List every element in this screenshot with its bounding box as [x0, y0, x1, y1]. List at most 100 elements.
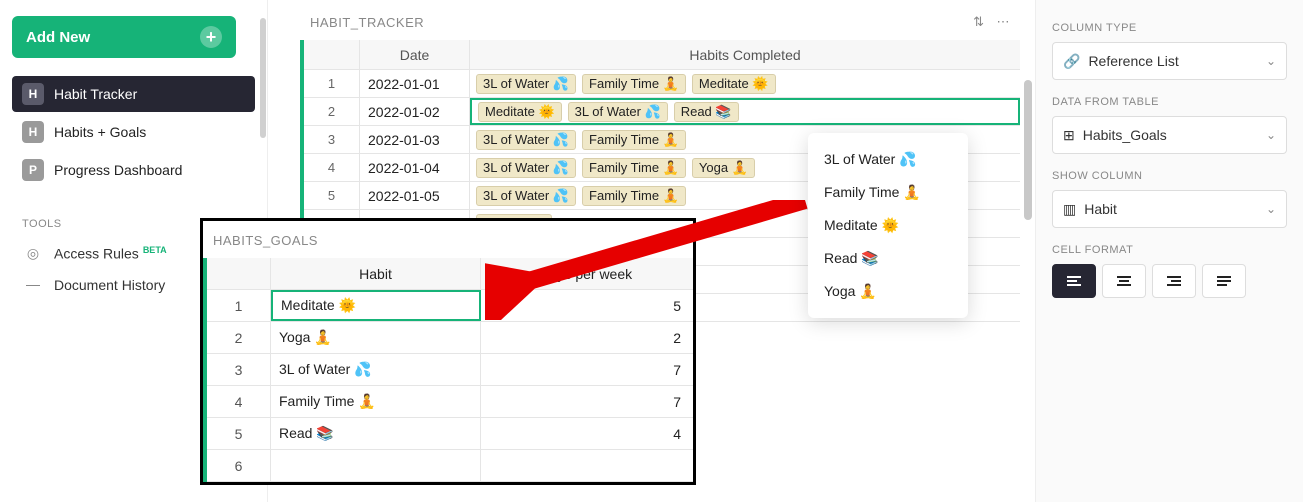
row-number: 4 — [207, 386, 271, 417]
row-num-header — [207, 258, 271, 289]
dropdown-item[interactable]: Yoga 🧘 — [808, 275, 968, 308]
column-type-select[interactable]: 🔗Reference List ⌄ — [1052, 42, 1287, 80]
habit-chip[interactable]: Family Time 🧘 — [582, 130, 686, 150]
chevron-down-icon: ⌄ — [1266, 128, 1276, 142]
dropdown-item[interactable]: Read 📚 — [808, 242, 968, 275]
row-number: 3 — [304, 126, 360, 153]
habit-chip[interactable]: Family Time 🧘 — [582, 74, 686, 94]
col-header-habit[interactable]: Habit — [271, 258, 481, 289]
habits-goals-grid: Habitdays per week1Meditate 🌞52Yoga 🧘233… — [203, 258, 693, 482]
col-header-habits[interactable]: Habits Completed — [470, 40, 1020, 69]
cell-habits[interactable]: 3L of Water 💦 Family Time 🧘 Meditate 🌞 — [470, 70, 1020, 97]
habit-chip[interactable]: Read 📚 — [674, 102, 739, 122]
col-header-date[interactable]: Date — [360, 40, 470, 69]
col-header-days[interactable]: days per week — [481, 258, 693, 289]
sidebar-item-habits-goals[interactable]: H Habits + Goals — [12, 114, 255, 150]
cell-date[interactable]: 2022-01-05 — [360, 182, 470, 209]
cell-date[interactable]: 2022-01-04 — [360, 154, 470, 181]
cell-date[interactable]: 2022-01-03 — [360, 126, 470, 153]
habit-chip[interactable]: 3L of Water 💦 — [568, 102, 668, 122]
row-number: 3 — [207, 354, 271, 385]
plus-icon: + — [200, 26, 222, 48]
cell-days[interactable]: 2 — [481, 322, 693, 353]
row-number: 4 — [304, 154, 360, 181]
tool-label: Access RulesBETA — [54, 245, 167, 262]
nav-label: Habits + Goals — [54, 124, 146, 140]
align-left-button[interactable] — [1052, 264, 1096, 298]
grid-scrollbar[interactable] — [1024, 80, 1032, 220]
sidebar-scrollbar[interactable] — [260, 18, 266, 138]
filter-icon[interactable]: ⇅ — [973, 14, 984, 30]
show-column-label: SHOW COLUMN — [1052, 170, 1287, 182]
cell-days[interactable]: 4 — [481, 418, 693, 449]
habit-chip[interactable]: Meditate 🌞 — [692, 74, 776, 94]
overlay-title: HABITS_GOALS — [203, 221, 693, 258]
habit-chip[interactable]: 3L of Water 💦 — [476, 186, 576, 206]
reference-dropdown: 3L of Water 💦Family Time 🧘Meditate 🌞Read… — [808, 133, 968, 318]
habit-chip[interactable]: 3L of Water 💦 — [476, 74, 576, 94]
column-type-label: COLUMN TYPE — [1052, 22, 1287, 34]
data-from-label: DATA FROM TABLE — [1052, 96, 1287, 108]
sidebar-item-habit-tracker[interactable]: H Habit Tracker — [12, 76, 255, 112]
cell-habit[interactable]: 3L of Water 💦 — [271, 354, 481, 385]
cell-habit[interactable]: Read 📚 — [271, 418, 481, 449]
chevron-down-icon: ⌄ — [1266, 202, 1276, 216]
cell-format-label: CELL FORMAT — [1052, 244, 1287, 256]
nav-icon: H — [22, 121, 44, 143]
habit-chip[interactable]: Family Time 🧘 — [582, 186, 686, 206]
tool-icon: ⎯⎯ — [22, 276, 44, 293]
row-number: 6 — [207, 450, 271, 481]
habits-goals-overlay: HABITS_GOALS Habitdays per week1Meditate… — [200, 218, 696, 485]
align-right-button[interactable] — [1152, 264, 1196, 298]
show-column-select[interactable]: ▥Habit ⌄ — [1052, 190, 1287, 228]
table-row[interactable]: 6 — [207, 450, 693, 482]
more-icon[interactable]: ⋯ — [997, 14, 1011, 30]
data-from-select[interactable]: ⊞Habits_Goals ⌄ — [1052, 116, 1287, 154]
cell-habit[interactable]: Meditate 🌞 — [271, 290, 481, 321]
align-wrap-button[interactable] — [1202, 264, 1246, 298]
cell-habit[interactable] — [271, 450, 481, 481]
table-icon: ⊞ — [1063, 127, 1075, 144]
link-icon: 🔗 — [1063, 53, 1080, 70]
cell-habit[interactable]: Yoga 🧘 — [271, 322, 481, 353]
table-row[interactable]: 1Meditate 🌞5 — [207, 290, 693, 322]
add-new-label: Add New — [26, 29, 90, 46]
cell-date[interactable]: 2022-01-02 — [360, 98, 470, 125]
table-row[interactable]: 2Yoga 🧘2 — [207, 322, 693, 354]
cell-days[interactable]: 7 — [481, 354, 693, 385]
habit-chip[interactable]: 3L of Water 💦 — [476, 130, 576, 150]
chevron-down-icon: ⌄ — [1266, 54, 1276, 68]
nav-label: Habit Tracker — [54, 86, 137, 102]
row-number: 2 — [207, 322, 271, 353]
sidebar-item-progress-dashboard[interactable]: PProgress Dashboard — [12, 152, 255, 188]
cell-days[interactable]: 5 — [481, 290, 693, 321]
row-number: 1 — [304, 70, 360, 97]
row-num-header — [304, 40, 360, 69]
add-new-button[interactable]: Add New + — [12, 16, 236, 58]
row-number: 5 — [207, 418, 271, 449]
dropdown-item[interactable]: 3L of Water 💦 — [808, 143, 968, 176]
habit-chip[interactable]: Family Time 🧘 — [582, 158, 686, 178]
row-number: 1 — [207, 290, 271, 321]
cell-days[interactable] — [481, 450, 693, 481]
dropdown-item[interactable]: Meditate 🌞 — [808, 209, 968, 242]
habit-chip[interactable]: Yoga 🧘 — [692, 158, 755, 178]
table-row[interactable]: 22022-01-02Meditate 🌞3L of Water 💦Read 📚 — [304, 98, 1020, 126]
habit-chip[interactable]: 3L of Water 💦 — [476, 158, 576, 178]
dropdown-item[interactable]: Family Time 🧘 — [808, 176, 968, 209]
table-row[interactable]: 4Family Time 🧘7 — [207, 386, 693, 418]
cell-habit[interactable]: Family Time 🧘 — [271, 386, 481, 417]
cell-days[interactable]: 7 — [481, 386, 693, 417]
table-row[interactable]: 33L of Water 💦7 — [207, 354, 693, 386]
align-group — [1052, 264, 1287, 298]
table-title-bar: HABIT_TRACKER ⇅ ⋯ — [300, 0, 1020, 40]
table-row[interactable]: 12022-01-01 3L of Water 💦 Family Time 🧘 Med… — [304, 70, 1020, 98]
habit-chip[interactable]: Meditate 🌞 — [478, 102, 562, 122]
table-row[interactable]: 5Read 📚4 — [207, 418, 693, 450]
align-center-button[interactable] — [1102, 264, 1146, 298]
cell-date[interactable]: 2022-01-01 — [360, 70, 470, 97]
nav-icon: H — [22, 83, 44, 105]
column-icon: ▥ — [1063, 201, 1076, 218]
cell-habits[interactable]: Meditate 🌞 3L of Water 💦 Read 📚 — [470, 98, 1020, 125]
row-number: 5 — [304, 182, 360, 209]
